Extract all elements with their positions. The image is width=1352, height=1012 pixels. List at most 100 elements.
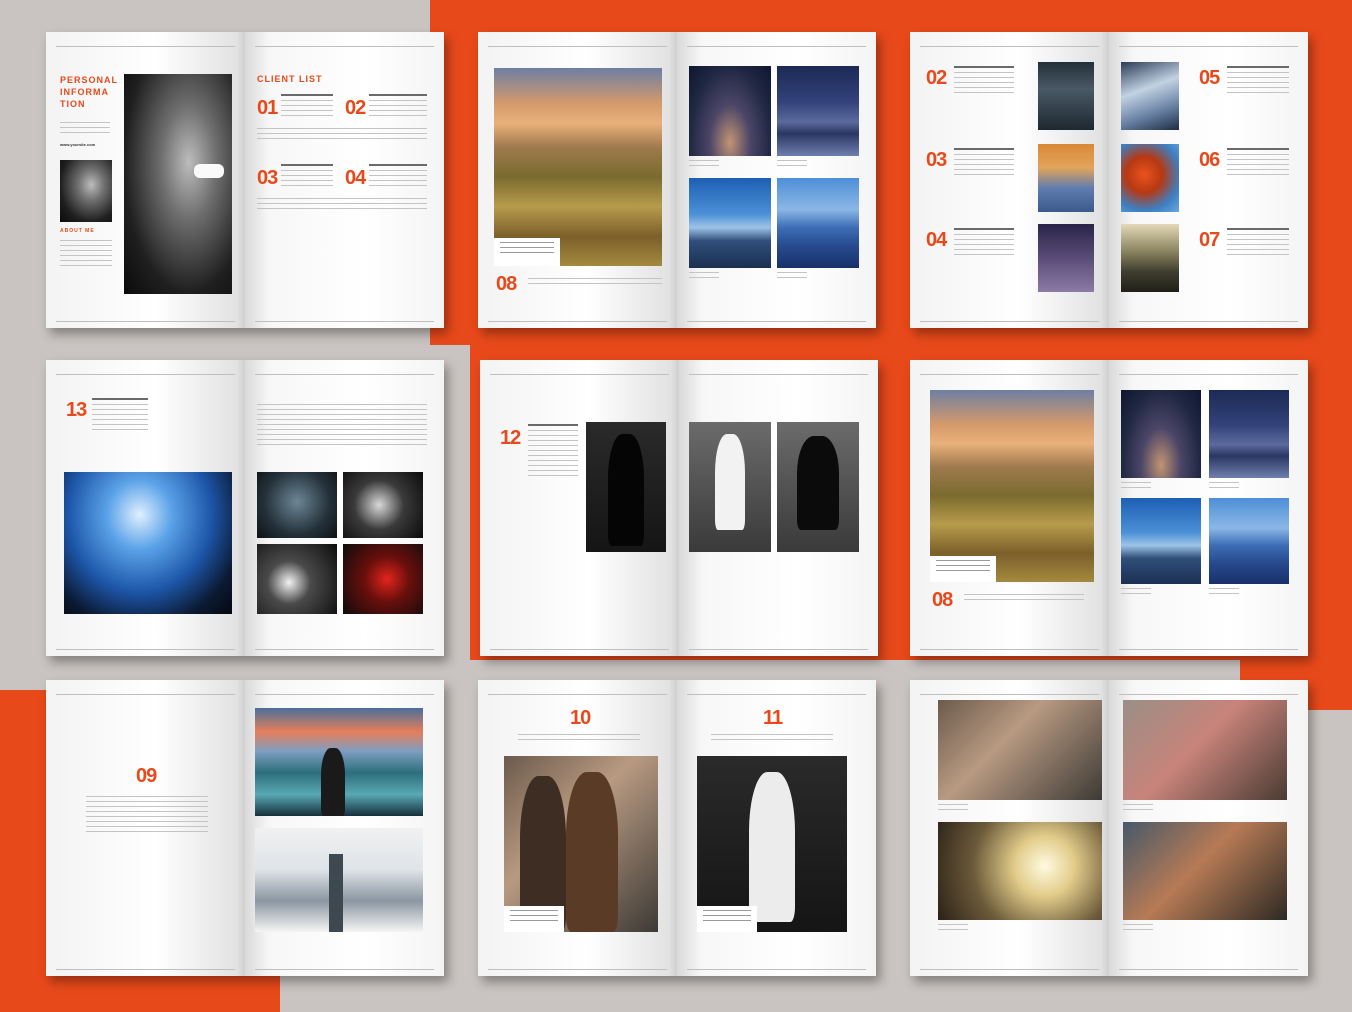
snowy-peaks-photo bbox=[1121, 62, 1179, 130]
page-header bbox=[1119, 368, 1298, 375]
person-silhouette bbox=[321, 748, 345, 816]
page-footer bbox=[687, 321, 866, 322]
project-description bbox=[964, 594, 1084, 604]
page-header bbox=[255, 688, 434, 695]
page-client-list: CLIENT LIST 01 02 03 04 bbox=[245, 32, 444, 328]
project-description bbox=[518, 734, 640, 744]
project-number: 13 bbox=[66, 399, 87, 421]
project-number: 04 bbox=[926, 229, 947, 251]
model-figure bbox=[608, 434, 644, 546]
page-footer bbox=[689, 649, 868, 650]
spread-fashion-10-11: 10 11 bbox=[478, 680, 876, 976]
photo-caption bbox=[1121, 588, 1151, 598]
contact-lines bbox=[60, 122, 110, 137]
page-projects-05-07: 05 06 07 bbox=[1109, 32, 1308, 328]
photo-caption bbox=[689, 160, 719, 170]
page-footer bbox=[255, 321, 434, 322]
client-number: 03 bbox=[257, 167, 278, 189]
singer-photo bbox=[257, 472, 337, 538]
page-footer bbox=[56, 649, 235, 650]
project-number: 02 bbox=[926, 67, 947, 89]
mountain-night-photo bbox=[1121, 390, 1201, 478]
project-details bbox=[1227, 66, 1289, 97]
page-header bbox=[687, 40, 866, 47]
smiling-couple-photo bbox=[1123, 822, 1287, 920]
client-details bbox=[281, 94, 333, 120]
intro-text bbox=[257, 404, 427, 449]
small-portrait-photo bbox=[60, 160, 112, 222]
client-number: 01 bbox=[257, 97, 278, 119]
sunglasses-shape bbox=[194, 164, 224, 178]
client-details bbox=[369, 94, 427, 120]
project-number: 03 bbox=[926, 149, 947, 171]
project-number: 07 bbox=[1199, 229, 1220, 251]
balloon-landscape-photo bbox=[494, 68, 662, 266]
page-footer bbox=[920, 649, 1099, 650]
project-details bbox=[528, 424, 578, 480]
page-header bbox=[56, 368, 235, 375]
personal-information-heading: PERSONAL INFORMA TION bbox=[60, 75, 119, 109]
project-details bbox=[954, 148, 1014, 179]
spread-travel-09: 09 bbox=[46, 680, 444, 976]
page-landscape-grid bbox=[677, 32, 876, 328]
page-travel-intro: 09 bbox=[46, 680, 245, 976]
client-number: 04 bbox=[345, 167, 366, 189]
white-dress-photo bbox=[689, 422, 771, 552]
page-footer bbox=[56, 969, 235, 970]
page-header bbox=[1119, 688, 1298, 695]
photo-caption bbox=[777, 272, 807, 282]
photo-caption bbox=[1123, 924, 1153, 934]
photo-caption bbox=[1123, 804, 1153, 814]
page-footer bbox=[1119, 649, 1298, 650]
intro-text bbox=[86, 796, 208, 836]
page-footer bbox=[1119, 321, 1298, 322]
black-coat-photo bbox=[586, 422, 666, 552]
project-description bbox=[711, 734, 833, 744]
lake-reflection-photo bbox=[255, 708, 423, 816]
black-dress-photo bbox=[777, 422, 859, 552]
bridge-sunlight-photo bbox=[1121, 224, 1179, 292]
red-stage-photo bbox=[343, 544, 423, 614]
photo-caption bbox=[689, 272, 719, 282]
spread-couples bbox=[910, 680, 1308, 976]
page-travel-photos bbox=[245, 680, 444, 976]
page-header bbox=[488, 688, 667, 695]
balloon-landscape-photo bbox=[930, 390, 1094, 582]
photo-caption-box bbox=[697, 906, 757, 932]
cowboy-couple-photo bbox=[938, 700, 1102, 800]
page-landscape-feature: 08 bbox=[910, 360, 1109, 656]
guitarist-photo bbox=[343, 472, 423, 538]
skyscraper-shape bbox=[329, 854, 343, 932]
photo-caption-box bbox=[494, 238, 560, 266]
model-figure bbox=[749, 772, 795, 922]
spread-projects-02-07: 02 03 04 05 06 07 bbox=[910, 32, 1308, 328]
page-fashion-10: 10 bbox=[478, 680, 677, 976]
page-header bbox=[920, 688, 1099, 695]
client-description bbox=[257, 198, 427, 213]
photo-caption-box bbox=[504, 906, 564, 932]
client-details bbox=[281, 164, 333, 190]
city-skyline-photo bbox=[255, 828, 423, 932]
project-number: 05 bbox=[1199, 67, 1220, 89]
page-header bbox=[1119, 40, 1298, 47]
drummer-photo bbox=[257, 544, 337, 614]
embracing-couple-photo bbox=[1123, 700, 1287, 800]
purple-sky-photo bbox=[1038, 224, 1094, 292]
page-fashion-feature: 12 bbox=[480, 360, 679, 656]
client-details bbox=[369, 164, 427, 190]
page-projects-02-04: 02 03 04 bbox=[910, 32, 1109, 328]
page-footer bbox=[687, 969, 866, 970]
model-figure bbox=[715, 434, 745, 530]
page-header bbox=[920, 40, 1099, 47]
page-header bbox=[255, 40, 434, 47]
photo-caption bbox=[938, 924, 968, 934]
concert-crowd-photo bbox=[64, 472, 232, 614]
blue-mountains-photo bbox=[689, 178, 771, 268]
page-fashion-grid bbox=[679, 360, 878, 656]
project-details bbox=[92, 398, 148, 434]
page-footer bbox=[920, 969, 1099, 970]
model-figure bbox=[566, 772, 618, 932]
client-list-heading: CLIENT LIST bbox=[257, 74, 323, 84]
spread-landscape-08-alt: 08 bbox=[910, 360, 1308, 656]
about-me-heading: ABOUT ME bbox=[60, 228, 95, 234]
